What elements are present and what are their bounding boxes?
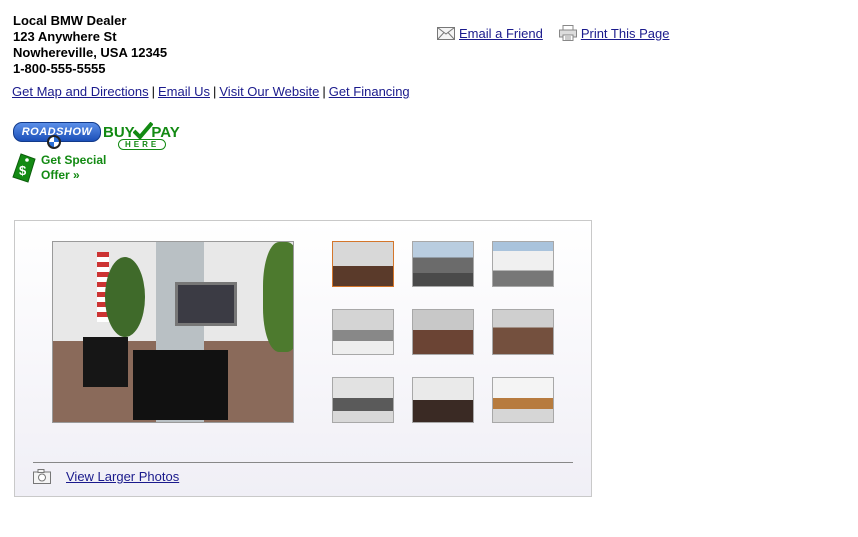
buy-here-pay-here-logo[interactable]: BUY PAY HERE (103, 122, 185, 152)
tv-shape (175, 282, 237, 326)
checkmark-icon (133, 122, 153, 140)
email-us-link[interactable]: Email Us (158, 84, 210, 99)
here-label: HERE (118, 139, 167, 150)
thumbnail-2[interactable] (412, 241, 474, 287)
chair-shape (133, 350, 228, 420)
plant-shape (105, 257, 145, 337)
email-friend-action[interactable]: Email a Friend (437, 26, 543, 41)
offer-line-1: Get Special (41, 153, 107, 167)
email-friend-link[interactable]: Email a Friend (459, 26, 543, 41)
printer-icon (558, 25, 577, 41)
thumbnail-8[interactable] (412, 377, 474, 423)
dealer-city: Nowhereville, USA 12345 (13, 45, 168, 60)
thumbnail-3[interactable] (492, 241, 554, 287)
visit-website-link[interactable]: Visit Our Website (219, 84, 319, 99)
link-separator: | (151, 84, 155, 99)
print-page-action[interactable]: Print This Page (558, 25, 670, 41)
price-tag-icon: $ (12, 153, 36, 183)
main-photo[interactable] (52, 241, 294, 423)
dealer-address: Local BMW Dealer 123 Anywhere St Nowhere… (13, 13, 167, 77)
gallery-divider (33, 462, 573, 463)
offer-line-2: Offer » (41, 168, 80, 182)
chair-shape (83, 337, 128, 387)
link-separator: | (212, 84, 217, 99)
roadshow-logo[interactable]: ROADSHOW (13, 122, 101, 150)
get-financing-link[interactable]: Get Financing (329, 84, 410, 99)
link-separator: | (322, 84, 326, 99)
thumbnail-5[interactable] (412, 309, 474, 355)
map-directions-link[interactable]: Get Map and Directions (12, 84, 149, 99)
page-actions: Email a Friend Print This Page (437, 25, 685, 41)
dealer-name: Local BMW Dealer (13, 13, 127, 28)
thumbnail-7[interactable] (332, 377, 394, 423)
dealer-street: 123 Anywhere St (13, 29, 117, 44)
view-larger-photos-link[interactable]: View Larger Photos (66, 469, 179, 484)
dealer-phone: 1-800-555-5555 (13, 61, 106, 76)
svg-text:$: $ (19, 163, 27, 178)
plant-shape (263, 242, 293, 352)
view-larger-photos[interactable]: View Larger Photos (33, 469, 179, 484)
dealer-links: Get Map and Directions | Email Us | Visit Ou… (12, 84, 410, 99)
thumbnail-4[interactable] (332, 309, 394, 355)
program-logos: ROADSHOW BUY PAY HERE (13, 122, 185, 152)
print-page-link[interactable]: Print This Page (581, 26, 670, 41)
special-offer-text[interactable]: Get Special Offer » (41, 153, 106, 183)
photo-gallery: View Larger Photos (14, 220, 592, 497)
bmw-roundel-icon (47, 135, 61, 149)
camera-icon (33, 469, 51, 484)
thumbnail-9[interactable] (492, 377, 554, 423)
thumbnail-1[interactable] (332, 241, 394, 287)
envelope-icon (437, 26, 455, 40)
special-offer[interactable]: $ Get Special Offer » (12, 153, 106, 183)
thumbnail-6[interactable] (492, 309, 554, 355)
